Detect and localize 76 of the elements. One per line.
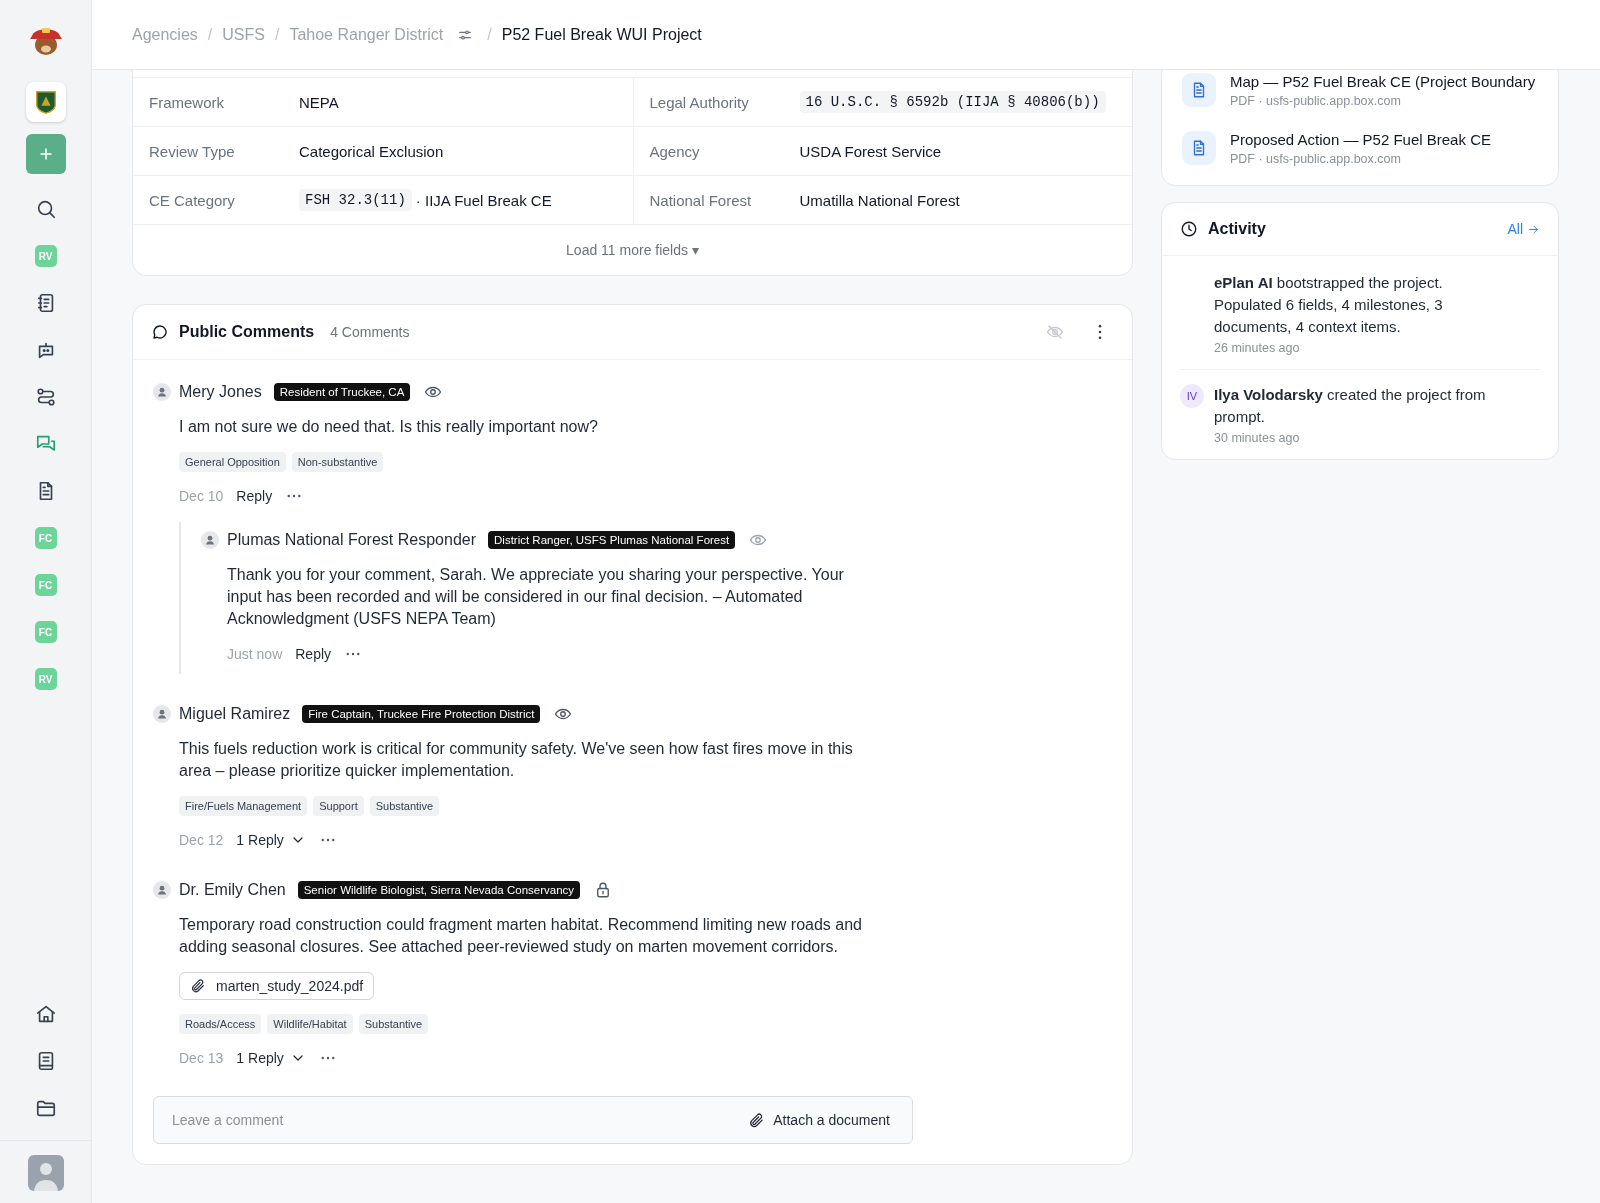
- role-tag: Resident of Truckee, CA: [273, 383, 411, 401]
- comment-text: I am not sure we do need that. Is this really important now?: [179, 417, 599, 437]
- user-avatar-icon: [201, 531, 219, 549]
- document-meta: PDF · usfs-public.app.box.com: [1230, 151, 1402, 166]
- author-name: Miguel Ramirez: [179, 705, 291, 723]
- user-avatar-icon: [153, 705, 171, 723]
- section-title: Public Comments: [179, 323, 315, 341]
- tag: Fire/Fuels Management: [179, 796, 308, 816]
- code-value: FSH 32.3(11): [299, 189, 412, 211]
- breadcrumb-current: P52 Fuel Break WUI Project: [501, 25, 702, 44]
- role-tag: District Ranger, USFS Plumas National Forest: [488, 531, 736, 549]
- tag: Roads/Access: [179, 1014, 262, 1034]
- activity-text: Ilya Volodarsky created the project from prompt.: [1214, 385, 1487, 427]
- reply-button[interactable]: Reply: [236, 488, 273, 504]
- role-tag: Senior Wildlife Biologist, Sierra Nevada Conservancy: [297, 881, 581, 899]
- comment-text: Thank you for your comment, Sarah. We appreciate you sharing your perspective. Your input has been recorded and will be considered in our final decision. – Automated Acknowledgment (USFS NEPA Team): [227, 565, 845, 629]
- breadcrumb-link[interactable]: USFS: [222, 25, 265, 44]
- field-label: CE Category: [149, 191, 236, 209]
- agency-badge[interactable]: [25, 82, 66, 122]
- comment-input[interactable]: Leave a comment Attach a document: [153, 1096, 913, 1144]
- comment-date: Dec 13: [179, 1050, 224, 1066]
- clock-icon: [1180, 220, 1198, 238]
- breadcrumb-link[interactable]: Agencies: [132, 25, 198, 44]
- tag: Wildlife/Habitat: [267, 1014, 353, 1034]
- field-label: National Forest: [649, 191, 753, 209]
- attachment-chip[interactable]: marten_study_2024.pdf: [179, 972, 375, 1000]
- field-value: Umatilla National Forest: [799, 191, 960, 209]
- comment-date: Dec 10: [179, 488, 224, 504]
- comment-date: Just now: [227, 646, 283, 662]
- comment-text: Temporary road construction could fragment marten habitat. Recommend limiting new roads and adding seasonal closures. See attached peer-reviewed study on marten movement corridors.: [179, 915, 863, 957]
- paperclip-icon: [190, 978, 206, 994]
- user-avatar: IV: [1180, 384, 1204, 408]
- paperclip-icon: [748, 1111, 766, 1129]
- user-avatar-icon: [153, 881, 171, 899]
- user-avatar-icon: [153, 383, 171, 401]
- activity-time: 26 minutes ago: [1214, 341, 1301, 355]
- section-title: Activity: [1208, 220, 1266, 238]
- code-value: 16 U.S.C. § 6592b (IIJA § 40806(b)): [799, 91, 1106, 113]
- tag: General Opposition: [179, 452, 286, 472]
- role-tag: Fire Captain, Truckee Fire Protection District: [302, 705, 541, 723]
- tag: Non-substantive: [291, 452, 384, 472]
- field-label: Review Type: [149, 142, 236, 160]
- field-value: Categorical Exclusion: [299, 142, 444, 160]
- document-link[interactable]: Proposed Action — P52 Fuel Break CE: [1230, 130, 1491, 148]
- breadcrumb-separator: /: [207, 25, 213, 44]
- comment-date: Dec 12: [179, 832, 224, 848]
- route-icon[interactable]: [34, 386, 57, 408]
- tag: Support: [313, 796, 364, 816]
- field-value: USDA Forest Service: [799, 142, 942, 160]
- field-label: Framework: [149, 93, 225, 111]
- replies-toggle[interactable]: 1 Reply: [236, 1050, 306, 1066]
- chat-bubble-icon: [151, 323, 169, 341]
- author-name: Plumas National Forest Responder: [227, 531, 476, 549]
- replies-toggle[interactable]: 1 Reply: [236, 832, 306, 848]
- all-link[interactable]: All: [1507, 221, 1540, 237]
- comment-text: This fuels reduction work is critical for community safety. We've seen how fast fires move in this area – please prioritize quicker implementation.: [179, 739, 854, 781]
- reply-button[interactable]: Reply: [295, 646, 332, 662]
- breadcrumb-separator: /: [487, 25, 492, 44]
- field-label: Agency: [649, 142, 701, 160]
- author-name: Dr. Emily Chen: [179, 881, 286, 899]
- field-label: Legal Authority: [649, 93, 750, 111]
- document-link[interactable]: Map — P52 Fuel Break CE (Project Boundary: [1230, 72, 1536, 90]
- author-name: Mery Jones: [179, 383, 262, 401]
- activity-time: 30 minutes ago: [1214, 431, 1301, 445]
- document-meta: PDF · usfs-public.app.box.com: [1230, 93, 1402, 108]
- field-value: · IIJA Fuel Break CE: [415, 191, 552, 209]
- comment-count: 4 Comments: [330, 324, 410, 340]
- breadcrumb-link[interactable]: Tahoe Ranger District: [289, 25, 444, 44]
- tag: Substantive: [369, 796, 440, 816]
- load-more-button[interactable]: Load 11 more fields ▾: [560, 241, 705, 259]
- tag: Substantive: [358, 1014, 429, 1034]
- field-value: NEPA: [299, 93, 339, 111]
- breadcrumb-separator: /: [274, 25, 280, 44]
- home-icon[interactable]: [34, 1003, 57, 1025]
- activity-text: ePlan AI bootstrapped the project. Populated 6 fields, 4 milestones, 3 documents, 4 context items.: [1214, 273, 1444, 337]
- attach-document-button[interactable]: Attach a document: [742, 1110, 896, 1130]
